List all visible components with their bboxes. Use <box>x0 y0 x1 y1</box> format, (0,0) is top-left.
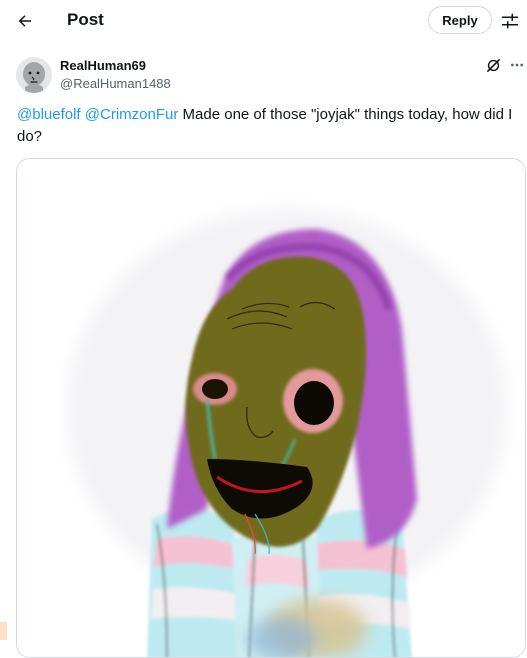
reply-button[interactable]: Reply <box>428 6 492 34</box>
grok-icon <box>486 58 500 72</box>
arrow-left-icon <box>18 15 31 27</box>
grok-button[interactable] <box>484 56 502 74</box>
top-bar: Post Reply <box>0 0 527 40</box>
mention-link[interactable]: @bluefolf <box>17 106 81 123</box>
settings-button[interactable] <box>499 10 521 32</box>
more-options-button[interactable] <box>508 56 526 74</box>
edge-indicator <box>0 622 7 640</box>
back-button[interactable] <box>12 8 38 34</box>
page-title: Post <box>67 10 104 29</box>
user-handle[interactable]: @RealHuman1488 <box>60 76 171 92</box>
sliders-icon <box>501 13 519 29</box>
media-image <box>17 159 525 657</box>
npc-avatar-icon <box>16 57 52 93</box>
mention-link[interactable]: @CrimzonFur <box>85 106 179 123</box>
avatar[interactable] <box>16 57 52 93</box>
tweet-image[interactable] <box>16 158 526 658</box>
display-name[interactable]: RealHuman69 <box>60 58 146 74</box>
more-dots-icon <box>511 63 523 67</box>
tweet-text: @bluefolf @CrimzonFur Made one of those … <box>17 104 517 148</box>
